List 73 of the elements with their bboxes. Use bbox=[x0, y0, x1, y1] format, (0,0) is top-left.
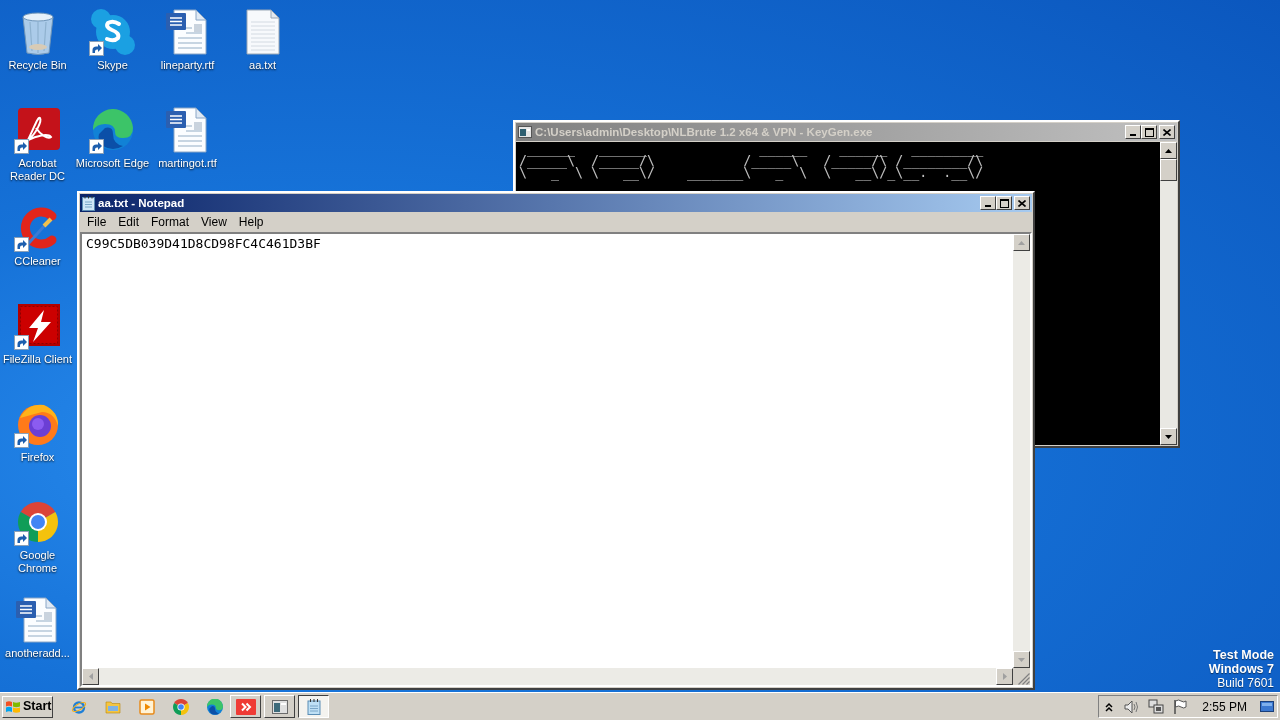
caret-left-icon bbox=[88, 673, 93, 680]
vertical-scrollbar[interactable] bbox=[1160, 142, 1177, 445]
clock-time[interactable]: 2:55 PM bbox=[1202, 697, 1247, 716]
close-icon bbox=[1163, 128, 1171, 136]
edge-icon[interactable] bbox=[207, 698, 223, 715]
taskbar-window-button[interactable] bbox=[298, 695, 329, 718]
desktop-icon-label[interactable]: aa.txt bbox=[249, 59, 276, 72]
scrollbar-thumb[interactable] bbox=[1160, 159, 1177, 181]
flag-icon[interactable] bbox=[1173, 698, 1188, 715]
console-icon bbox=[518, 126, 532, 138]
maximize-icon bbox=[999, 198, 1009, 208]
notepad-icon bbox=[82, 195, 95, 211]
maximize-button[interactable] bbox=[1141, 125, 1157, 139]
build-number-text: Build 7601 bbox=[1217, 676, 1274, 691]
maximize-button[interactable] bbox=[996, 196, 1012, 210]
desktop-icon-label[interactable]: lineparty.rtf bbox=[160, 59, 215, 72]
minimize-icon bbox=[985, 205, 991, 207]
caret-down-icon bbox=[1018, 657, 1025, 662]
internet-explorer-icon[interactable] bbox=[71, 698, 87, 715]
notepad-icon bbox=[305, 698, 322, 715]
console-icon bbox=[271, 698, 288, 715]
speaker-icon[interactable] bbox=[1124, 699, 1141, 714]
desktop-icon-label[interactable]: Google Chrome bbox=[0, 549, 75, 575]
desktop-icon-label[interactable]: Microsoft Edge bbox=[75, 157, 150, 170]
desktop-icon-label[interactable]: CCleaner bbox=[14, 255, 61, 268]
caret-down-icon bbox=[1165, 434, 1172, 439]
acrobat-icon[interactable] bbox=[13, 106, 62, 154]
minimize-icon bbox=[1130, 134, 1136, 136]
desktop-icon-label[interactable]: Recycle Bin bbox=[8, 59, 67, 72]
desktop-icon-label[interactable]: Skype bbox=[97, 59, 128, 72]
scroll-right-button[interactable] bbox=[996, 668, 1013, 685]
windows-flag-icon bbox=[5, 699, 21, 714]
desktop-icon-label[interactable]: martingot.rtf bbox=[158, 157, 217, 170]
caret-up-icon bbox=[1018, 240, 1025, 245]
close-button[interactable] bbox=[1014, 196, 1030, 210]
text-area[interactable]: C99C5DB039D41D8CD98FC4C461D3BF bbox=[82, 234, 1013, 668]
maximize-icon bbox=[1144, 127, 1154, 137]
network-icon[interactable] bbox=[1148, 698, 1165, 715]
desktop-icon-label[interactable]: Acrobat Reader DC bbox=[0, 157, 75, 183]
vertical-scrollbar[interactable] bbox=[1013, 234, 1030, 668]
window-title: C:\Users\admin\Desktop\NLBrute 1.2 x64 & VPN - KeyGen.exe bbox=[535, 125, 873, 140]
caret-up-icon bbox=[1165, 148, 1172, 153]
start-button[interactable]: Start bbox=[2, 695, 53, 718]
chrome-icon[interactable] bbox=[173, 698, 189, 715]
show-desktop-icon[interactable] bbox=[1260, 701, 1274, 712]
skype-icon[interactable] bbox=[88, 8, 137, 56]
close-icon bbox=[1018, 199, 1026, 207]
minimize-button[interactable] bbox=[980, 196, 996, 210]
scroll-down-button[interactable] bbox=[1160, 428, 1177, 445]
desktop-icon-label[interactable]: Firefox bbox=[20, 451, 55, 464]
menu-item[interactable]: Format bbox=[145, 213, 196, 231]
scroll-down-button[interactable] bbox=[1013, 651, 1030, 668]
horizontal-scrollbar[interactable] bbox=[82, 668, 1013, 685]
scroll-left-button[interactable] bbox=[82, 668, 99, 685]
window-title: aa.txt - Notepad bbox=[98, 196, 185, 211]
menu-item[interactable]: Help bbox=[232, 213, 270, 231]
scroll-up-button[interactable] bbox=[1160, 142, 1177, 159]
caret-right-icon bbox=[1002, 673, 1007, 680]
menu-item[interactable]: File bbox=[81, 213, 113, 231]
windows-version-text: Windows 7 bbox=[1208, 662, 1274, 676]
filezilla-icon[interactable] bbox=[13, 302, 62, 350]
double-chevron-tile-icon bbox=[235, 698, 256, 715]
ascii-art: ______ ______ ______ ______ _________ /_____\ /_____/\ /_____\ /_____/\ /________/\ \ _ \ \ __\/ _______\ _ \ \ __\/_\__. .__\/ bbox=[519, 143, 984, 179]
menu-item[interactable]: Edit bbox=[112, 213, 146, 231]
chevron-up-icon[interactable] bbox=[1105, 701, 1114, 712]
size-grip-icon[interactable] bbox=[1018, 673, 1030, 685]
menu-item[interactable]: View bbox=[195, 213, 233, 231]
scroll-up-button[interactable] bbox=[1013, 234, 1030, 251]
close-button[interactable] bbox=[1159, 125, 1175, 139]
desktop-icon-label[interactable]: anotheradd... bbox=[5, 647, 70, 660]
test-mode-text: Test Mode bbox=[1213, 648, 1274, 662]
minimize-button[interactable] bbox=[1125, 125, 1141, 139]
desktop-icon-label[interactable]: FileZilla Client bbox=[2, 353, 73, 366]
